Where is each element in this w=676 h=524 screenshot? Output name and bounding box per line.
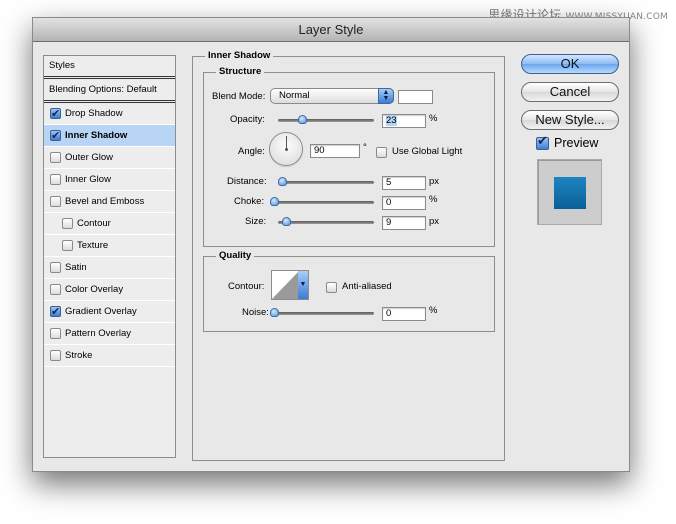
style-checkbox[interactable]: [50, 350, 61, 361]
preview-label: Preview: [554, 136, 599, 150]
angle-input[interactable]: 90: [310, 144, 360, 158]
style-item-satin[interactable]: Satin: [44, 257, 175, 279]
style-item-texture[interactable]: Texture: [44, 235, 175, 257]
new-style-button[interactable]: New Style...: [521, 110, 619, 130]
style-item-inner-shadow[interactable]: Inner Shadow: [44, 125, 175, 147]
opacity-label: Opacity:: [230, 114, 265, 125]
style-item-label: Gradient Overlay: [65, 306, 137, 317]
style-item-inner-glow[interactable]: Inner Glow: [44, 169, 175, 191]
style-item-label: Satin: [65, 262, 87, 273]
opacity-unit: %: [429, 113, 438, 124]
inner-shadow-group: Inner Shadow Structure Blend Mode: Norma…: [192, 50, 505, 461]
distance-label: Distance:: [227, 176, 267, 187]
styles-header[interactable]: Styles: [44, 56, 175, 79]
style-checkbox[interactable]: [50, 284, 61, 295]
shadow-color-swatch[interactable]: [398, 90, 433, 104]
preview-toggle[interactable]: Preview: [536, 133, 599, 150]
layer-style-dialog: Layer Style Styles Blending Options: Def…: [32, 17, 630, 472]
size-input[interactable]: 9: [382, 216, 426, 230]
anti-aliased-label[interactable]: Anti-aliased: [342, 281, 392, 292]
noise-slider-track[interactable]: [274, 312, 374, 315]
style-item-color-overlay[interactable]: Color Overlay: [44, 279, 175, 301]
noise-input[interactable]: 0: [382, 307, 426, 321]
contour-picker[interactable]: ▼: [271, 270, 309, 300]
structure-title: Structure: [216, 66, 265, 78]
ok-button[interactable]: OK: [521, 54, 619, 74]
contour-label: Contour:: [228, 281, 265, 292]
style-checkbox[interactable]: [62, 240, 73, 251]
opacity-slider-track[interactable]: [278, 119, 374, 122]
style-item-stroke[interactable]: Stroke: [44, 345, 175, 367]
contour-curve-preview: [272, 271, 299, 299]
angle-dial-center: [285, 148, 288, 151]
angle-label: Angle:: [238, 146, 265, 157]
style-item-gradient-overlay[interactable]: Gradient Overlay: [44, 301, 175, 323]
preview-thumbnail: [537, 159, 602, 225]
opacity-input[interactable]: 23: [382, 114, 426, 128]
noise-slider-thumb[interactable]: [270, 308, 279, 317]
noise-label: Noise:: [242, 307, 269, 318]
blending-options-item[interactable]: Blending Options: Default: [44, 79, 175, 103]
style-item-label: Outer Glow: [65, 152, 114, 163]
anti-aliased-checkbox[interactable]: [326, 282, 337, 293]
style-item-label: Stroke: [65, 350, 93, 361]
distance-slider-track[interactable]: [278, 181, 374, 184]
choke-slider-track[interactable]: [274, 201, 374, 204]
choke-slider-thumb[interactable]: [270, 197, 279, 206]
size-slider-thumb[interactable]: [281, 217, 291, 226]
style-checkbox[interactable]: [50, 152, 61, 163]
style-checkbox[interactable]: [50, 328, 61, 339]
choke-label: Choke:: [234, 196, 265, 207]
use-global-light-checkbox[interactable]: [376, 147, 387, 158]
preview-swatch: [554, 177, 586, 209]
distance-input[interactable]: 5: [382, 176, 426, 190]
style-checkbox[interactable]: [50, 302, 61, 323]
style-item-outer-glow[interactable]: Outer Glow: [44, 147, 175, 169]
style-checkbox[interactable]: [62, 218, 73, 229]
style-checkbox[interactable]: [50, 104, 61, 125]
size-unit: px: [429, 216, 440, 227]
style-checkbox[interactable]: [50, 126, 61, 147]
blend-mode-label: Blend Mode:: [212, 91, 266, 102]
style-item-pattern-overlay[interactable]: Pattern Overlay: [44, 323, 175, 345]
style-item-label: Inner Shadow: [65, 130, 128, 141]
style-item-label: Pattern Overlay: [65, 328, 131, 339]
choke-unit: %: [429, 194, 438, 205]
style-item-label: Bevel and Emboss: [65, 196, 145, 207]
styles-panel: Styles Blending Options: Default Drop Sh…: [43, 55, 176, 458]
structure-group: Structure Blend Mode: Normal ▲ ▼ Opacity:…: [203, 66, 495, 247]
style-checkbox[interactable]: [50, 196, 61, 207]
use-global-light-label[interactable]: Use Global Light: [392, 146, 462, 157]
blend-mode-select[interactable]: Normal ▲ ▼: [270, 88, 394, 104]
opacity-slider-thumb[interactable]: [298, 115, 308, 124]
style-item-label: Color Overlay: [65, 284, 124, 295]
angle-unit: °: [363, 142, 367, 153]
size-label: Size:: [245, 216, 267, 227]
dropdown-arrow-icon: ▼: [298, 271, 308, 299]
window-title[interactable]: Layer Style: [33, 18, 629, 42]
distance-slider-thumb[interactable]: [277, 177, 287, 186]
style-checkbox[interactable]: [50, 262, 61, 273]
quality-group: Quality Contour: ▼ Anti-aliased Noise: 0…: [203, 250, 495, 332]
style-item-label: Contour: [77, 218, 111, 229]
style-item-drop-shadow[interactable]: Drop Shadow: [44, 103, 175, 125]
distance-unit: px: [429, 176, 440, 187]
style-item-label: Inner Glow: [65, 174, 111, 185]
preview-checkbox[interactable]: [536, 133, 549, 150]
updown-arrows-icon: ▲ ▼: [378, 88, 394, 104]
cancel-button[interactable]: Cancel: [521, 82, 619, 102]
size-slider-track[interactable]: [278, 221, 374, 224]
noise-unit: %: [429, 305, 438, 316]
style-item-bevel-and-emboss[interactable]: Bevel and Emboss: [44, 191, 175, 213]
blend-mode-value: Normal: [279, 90, 310, 101]
style-checkbox[interactable]: [50, 174, 61, 185]
inner-shadow-title: Inner Shadow: [205, 50, 274, 62]
quality-title: Quality: [216, 250, 255, 262]
angle-dial[interactable]: [269, 132, 303, 166]
choke-input[interactable]: 0: [382, 196, 426, 210]
style-item-label: Drop Shadow: [65, 108, 123, 119]
style-item-label: Texture: [77, 240, 109, 251]
style-item-contour[interactable]: Contour: [44, 213, 175, 235]
